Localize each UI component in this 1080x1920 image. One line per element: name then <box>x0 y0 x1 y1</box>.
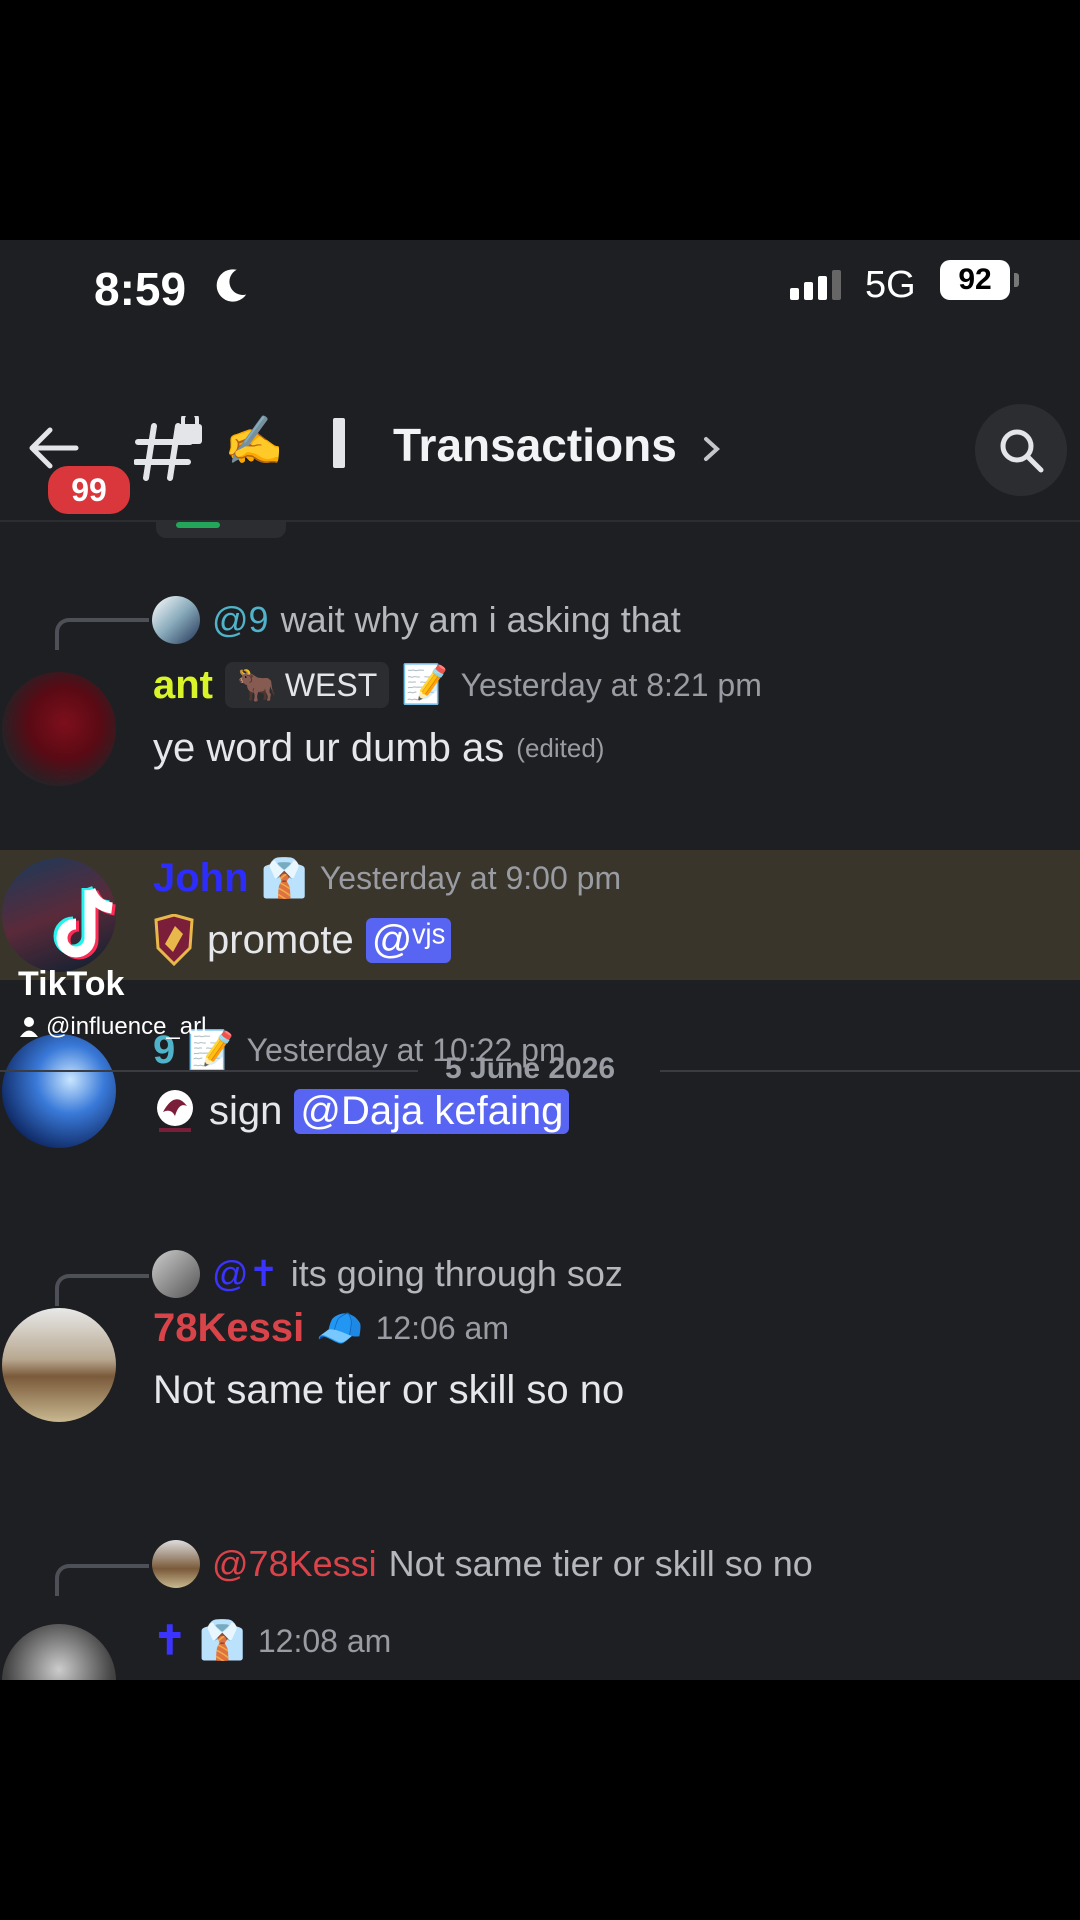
reply-avatar <box>152 596 200 644</box>
divider-bar <box>333 418 345 468</box>
person-icon <box>20 1017 38 1037</box>
message-text: sign <box>209 1088 283 1133</box>
avatar-cross[interactable] <box>2 1624 116 1680</box>
edited-label: (edited) <box>516 733 605 763</box>
tiktok-wordmark: TikTok <box>18 965 125 1003</box>
user-mention[interactable]: @Daja kefaing <box>294 1088 570 1134</box>
battery-level: 92 <box>940 260 1010 300</box>
bull-icon: 🐂 <box>237 667 277 703</box>
network-type: 5G <box>865 264 916 306</box>
reply-avatar <box>152 1250 200 1298</box>
message-text: promote <box>207 917 354 962</box>
channel-name[interactable]: Transactions <box>393 418 677 472</box>
status-time: 8:59 <box>94 263 187 315</box>
message-john: John 👔 Yesterday at 9:00 pm promote @ᵛʲˢ <box>0 850 1080 980</box>
team-crest-icon <box>157 1090 193 1132</box>
reply-preview[interactable]: @9 wait why am i asking that <box>152 596 681 644</box>
reply-author: @9 <box>212 599 269 640</box>
message-body: ye word ur dumb as (edited) <box>153 726 604 771</box>
memo-icon: 📝 <box>401 664 449 706</box>
message-header: ant 🐂 WEST 📝 Yesterday at 8:21 pm <box>153 662 762 708</box>
search-icon <box>1000 429 1044 473</box>
username[interactable]: ✝ <box>153 1618 187 1664</box>
avatar-ant[interactable] <box>2 672 116 786</box>
necktie-shirt-icon: 👔 <box>260 857 308 900</box>
message-body: Not same tier or skill so no <box>153 1368 624 1413</box>
reply-connector <box>55 1274 149 1306</box>
username[interactable]: John <box>153 856 249 901</box>
chevron-right-icon[interactable] <box>700 434 724 464</box>
reply-author: @✝ <box>212 1253 279 1294</box>
message-text: Not same tier or skill so no <box>153 1368 625 1412</box>
message-text: ye word ur dumb as <box>153 726 505 770</box>
timestamp: Yesterday at 9:00 pm <box>319 860 622 896</box>
message-header: ✝ 👔 12:08 am <box>153 1618 391 1664</box>
app-screen: 8:59 5G 92 99 ✍️ Transactions @9 wait wh… <box>0 240 1080 1680</box>
message-ant: @9 wait why am i asking that ant 🐂 WEST … <box>0 590 1080 790</box>
tiktok-username-text: @influence_arl <box>46 1013 207 1040</box>
necktie-shirt-icon: 👔 <box>198 1620 246 1662</box>
timestamp: 12:08 am <box>257 1622 392 1659</box>
tiktok-username: @influence_arl <box>18 1013 206 1041</box>
reply-avatar <box>152 1540 200 1588</box>
cap-icon: 🧢 <box>316 1307 364 1350</box>
battery-tip <box>1014 273 1019 287</box>
date-divider: 5 June 2026 <box>0 1050 1080 1090</box>
message-header: 78Kessi 🧢 12:06 am <box>153 1306 509 1351</box>
timestamp: 12:06 am <box>375 1310 509 1346</box>
moon-icon <box>216 269 247 302</box>
role-label: WEST <box>284 666 378 703</box>
locked-channel-icon <box>134 416 202 481</box>
message-body: sign @Daja kefaing <box>153 1086 570 1136</box>
search-button[interactable] <box>975 404 1067 496</box>
reply-text: Not same tier or skill so no <box>388 1543 813 1584</box>
reply-text: wait why am i asking that <box>280 599 681 640</box>
username[interactable]: ant <box>153 663 213 708</box>
username[interactable]: 78Kessi <box>153 1306 304 1351</box>
avatar-78kessi[interactable] <box>2 1308 116 1422</box>
unread-badge: 99 <box>44 462 134 518</box>
signal-icon <box>790 270 841 300</box>
writing-hand-icon: ✍️ <box>224 415 284 468</box>
message-body: promote @ᵛʲˢ <box>153 914 452 966</box>
tiktok-logo-icon <box>53 885 116 960</box>
reply-text: its going through soz <box>290 1253 623 1294</box>
divider-line-right <box>660 1070 1080 1072</box>
reply-connector <box>55 618 149 650</box>
previous-embed-edge <box>156 520 286 538</box>
reply-connector <box>55 1564 149 1596</box>
user-mention[interactable]: @ᵛʲˢ <box>365 917 452 963</box>
team-shield-icon <box>154 914 194 966</box>
message-78kessi: @✝ its going through soz 78Kessi 🧢 12:06… <box>0 1250 1080 1500</box>
channel-header: 99 ✍️ Transactions <box>0 390 1080 522</box>
role-badge[interactable]: 🐂 WEST <box>225 662 390 708</box>
divider-line-left <box>0 1070 418 1072</box>
reply-preview[interactable]: @78Kessi Not same tier or skill so no <box>152 1540 813 1588</box>
reply-preview[interactable]: @✝ its going through soz <box>152 1250 623 1298</box>
reply-author: @78Kessi <box>212 1543 377 1584</box>
date-divider-label: 5 June 2026 <box>445 1052 616 1085</box>
message-cross: @78Kessi Not same tier or skill so no ✝ … <box>0 1540 1080 1680</box>
timestamp: Yesterday at 8:21 pm <box>460 666 762 703</box>
message-header: John 👔 Yesterday at 9:00 pm <box>153 856 621 901</box>
